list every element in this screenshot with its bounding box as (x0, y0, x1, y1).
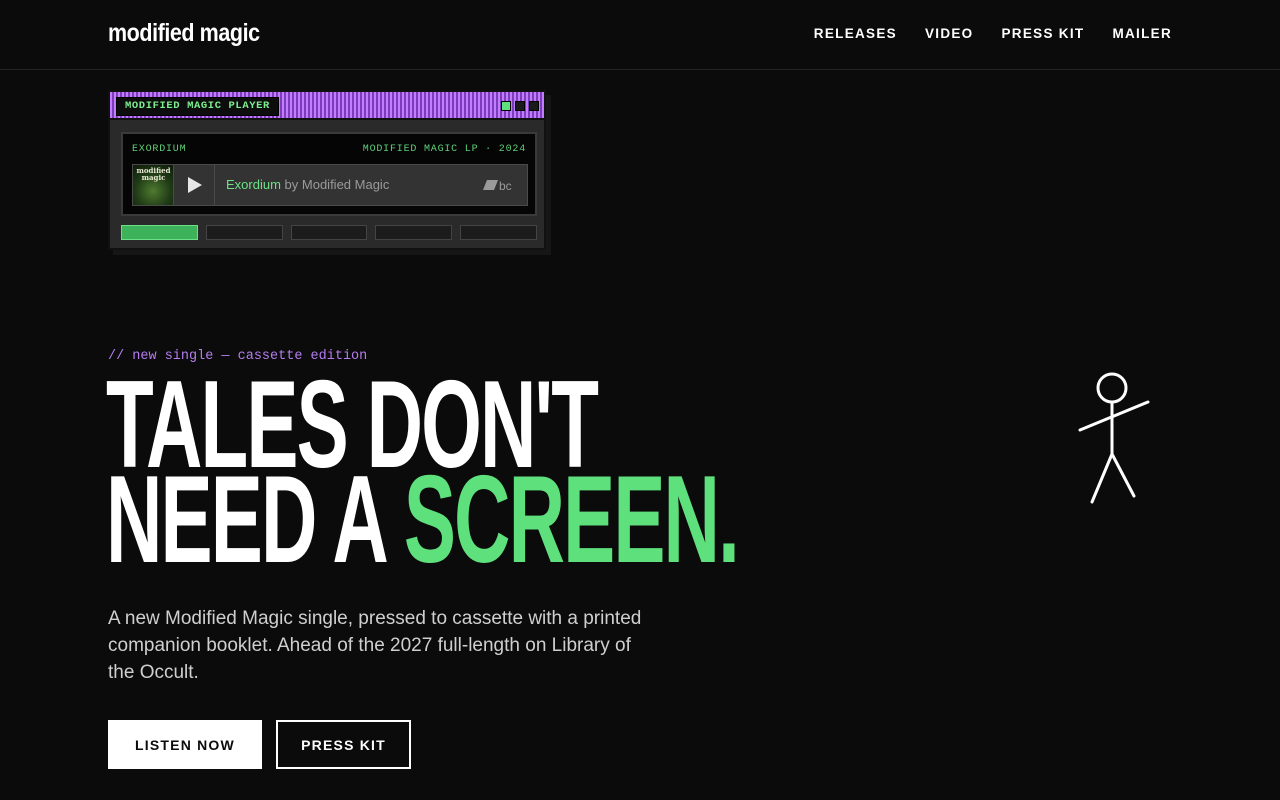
player-segment-bar (121, 225, 537, 240)
headline-line-2-start: NEED A (106, 451, 404, 589)
album-art-text: modified magic (136, 166, 171, 182)
hero-headline: TALES DON'T NEED A SCREEN. (106, 363, 740, 582)
track-title[interactable]: Exordium (226, 177, 281, 192)
segment-5[interactable] (460, 225, 537, 240)
headline-accent: SCREEN. (403, 451, 740, 589)
release-info: MODIFIED MAGIC LP · 2024 (362, 144, 526, 155)
segment-2[interactable] (205, 225, 283, 240)
window-controls (501, 101, 539, 111)
nav-press-kit[interactable]: PRESS KIT (1001, 26, 1084, 41)
play-icon (188, 177, 202, 193)
stick-figure-icon (1078, 372, 1150, 504)
player-titlebar[interactable]: MODIFIED MAGIC PLAYER (110, 92, 544, 120)
site-header: modified magic RELEASES VIDEO PRESS KIT … (0, 0, 1280, 70)
main-nav: RELEASES VIDEO PRESS KIT MAILER (814, 26, 1172, 41)
svg-text:bc: bc (499, 179, 512, 191)
segment-4[interactable] (375, 225, 453, 240)
window-control-3[interactable] (529, 101, 539, 111)
bandcamp-embed: modified magic Exordium by Modified Magi… (132, 164, 528, 206)
player-screen: EXORDIUM MODIFIED MAGIC LP · 2024 modifi… (121, 132, 537, 216)
hero-description: A new Modified Magic single, pressed to … (108, 608, 642, 683)
listen-now-button[interactable]: LISTEN NOW (108, 720, 262, 769)
bandcamp-logo-icon[interactable]: bc (483, 178, 515, 196)
nav-mailer[interactable]: MAILER (1112, 26, 1172, 41)
window-control-green[interactable] (501, 101, 511, 111)
window-control-2[interactable] (515, 101, 525, 111)
segment-1[interactable] (121, 225, 198, 240)
press-kit-button[interactable]: PRESS KIT (276, 720, 411, 769)
nav-releases[interactable]: RELEASES (814, 26, 897, 41)
segment-3[interactable] (290, 225, 368, 240)
play-button[interactable] (174, 165, 215, 205)
player-title: MODIFIED MAGIC PLAYER (116, 97, 279, 116)
headline-line-2: NEED A SCREEN. (106, 458, 740, 582)
track-code: EXORDIUM (132, 144, 187, 155)
track-artist: by Modified Magic (284, 177, 390, 192)
album-art[interactable]: modified magic (133, 165, 174, 205)
track-label[interactable]: Exordium by Modified Magic (226, 177, 389, 192)
music-player-widget: MODIFIED MAGIC PLAYER EXORDIUM MODIFIED … (108, 90, 546, 250)
site-logo[interactable]: modified magic (108, 19, 260, 48)
nav-video[interactable]: VIDEO (925, 26, 974, 41)
